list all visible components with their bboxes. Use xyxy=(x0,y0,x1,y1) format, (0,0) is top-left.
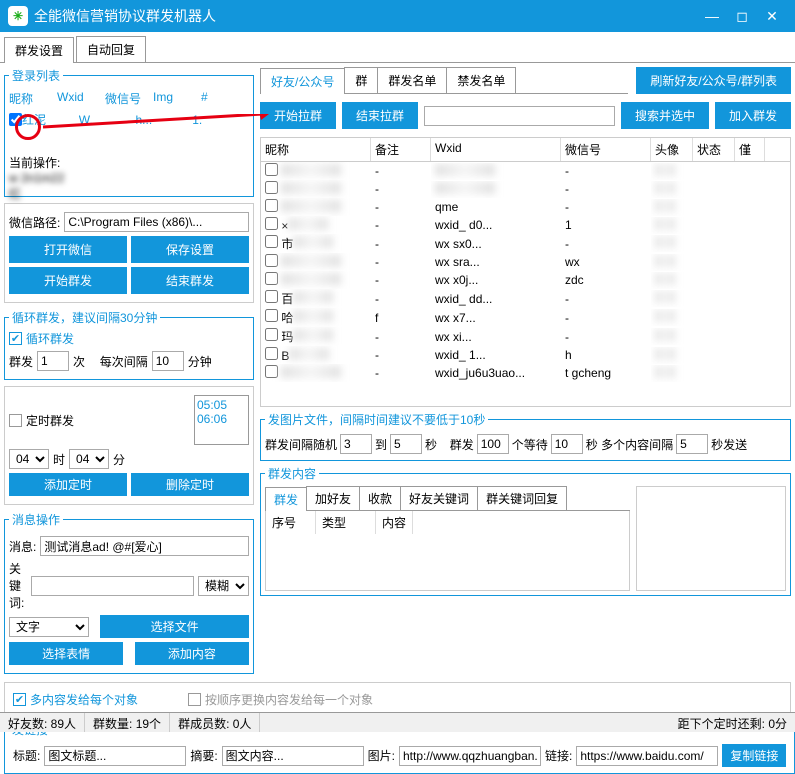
current-op-val2: 红 xyxy=(9,187,21,201)
content-table[interactable]: 序号类型内容 xyxy=(265,511,630,591)
maximize-button[interactable]: ◻ xyxy=(727,8,757,25)
message-input[interactable] xyxy=(40,536,249,556)
open-wechat-button[interactable]: 打开微信 xyxy=(9,236,127,263)
search-select-button[interactable]: 搜索并选中 xyxy=(621,102,709,129)
content-panel: 群发内容 群发 加好友 收款 好友关键词 群关键词回复 序号类型内容 xyxy=(260,465,791,596)
app-title: 全能微信营销协议群发机器人 xyxy=(34,6,697,26)
close-button[interactable]: ✕ xyxy=(757,8,787,25)
table-row: B-wxid_ 1...h xyxy=(261,346,790,364)
save-settings-button[interactable]: 保存设置 xyxy=(131,236,249,263)
ctab-addfriend[interactable]: 加好友 xyxy=(306,486,360,510)
wait-input[interactable] xyxy=(551,434,583,454)
tab-sendlist[interactable]: 群发名单 xyxy=(377,67,447,93)
join-send-button[interactable]: 加入群发 xyxy=(715,102,791,129)
loop-legend: 循环群发，建议间隔30分钟 xyxy=(9,309,160,326)
rand-max-input[interactable] xyxy=(390,434,422,454)
search-input[interactable] xyxy=(424,106,615,126)
table-row: 哈fwx x7...- xyxy=(261,308,790,327)
add-content-button[interactable]: 添加内容 xyxy=(135,642,249,665)
message-panel: 消息操作 消息: 关键词:模糊 文字 选择文件 选择表情 添加内容 xyxy=(4,511,254,674)
app-icon: ✳ xyxy=(8,6,28,26)
add-timer-button[interactable]: 添加定时 xyxy=(9,473,127,496)
multi-content-checkbox[interactable]: ✔多内容发给每个对象 xyxy=(13,691,138,708)
current-op-label: 当前操作: xyxy=(9,156,60,170)
login-row[interactable]: 红泥W...h...1. xyxy=(9,109,249,130)
table-row: 市-wx sx0...- xyxy=(261,234,790,253)
del-timer-button[interactable]: 删除定时 xyxy=(131,473,249,496)
image-settings-panel: 发图片文件，间隔时间建议不要低于10秒 群发间隔随机 到 秒 群发 个等待 秒 … xyxy=(260,411,791,461)
minimize-button[interactable]: — xyxy=(697,8,727,24)
loop-count-input[interactable] xyxy=(37,351,69,371)
loop-interval-input[interactable] xyxy=(152,351,184,371)
main-tabs: 群发设置 自动回复 xyxy=(0,32,795,63)
tab-mass-send[interactable]: 群发设置 xyxy=(4,37,74,63)
timer-panel: 定时群发 05:0506:06 04时 04分 添加定时删除定时 xyxy=(4,386,254,505)
ctab-groupkw[interactable]: 群关键词回复 xyxy=(477,486,567,510)
ctab-send[interactable]: 群发 xyxy=(265,487,307,511)
timer-min-select[interactable]: 04 xyxy=(69,449,109,469)
table-row: 百-wxid_ dd...- xyxy=(261,289,790,308)
tab-auto-reply[interactable]: 自动回复 xyxy=(76,36,146,62)
status-timer: 距下个定时还剩: 0分 xyxy=(260,713,795,732)
select-file-button[interactable]: 选择文件 xyxy=(100,615,249,638)
table-row: -- xyxy=(261,180,790,198)
table-row: -- xyxy=(261,162,790,180)
login-checkbox[interactable] xyxy=(9,113,22,126)
rand-min-input[interactable] xyxy=(340,434,372,454)
keyword-input[interactable] xyxy=(31,576,194,596)
login-legend: 登录列表 xyxy=(9,67,63,84)
timer-hour-select[interactable]: 04 xyxy=(9,449,49,469)
content-preview xyxy=(636,486,786,591)
table-row: -qme- xyxy=(261,198,790,216)
status-members: 群成员数: 0人 xyxy=(170,713,260,732)
table-row: 玛-wx xi...- xyxy=(261,327,790,346)
wxpath-label: 微信路径: xyxy=(9,214,60,231)
wechat-path-panel: 微信路径: 打开微信保存设置 开始群发结束群发 xyxy=(4,203,254,303)
wxpath-input[interactable] xyxy=(64,212,249,232)
tab-friends[interactable]: 好友/公众号 xyxy=(260,68,345,94)
login-list-panel: 登录列表 昵称Wxid微信号Img# 红泥W...h...1. 当前操作: w … xyxy=(4,67,254,197)
copy-link-button[interactable]: 复制链接 xyxy=(722,744,786,767)
loop-panel: 循环群发，建议间隔30分钟 ✔循环群发 群发 次 每次间隔 分钟 xyxy=(4,309,254,380)
ctab-collect[interactable]: 收款 xyxy=(359,486,401,510)
statusbar: 好友数: 89人 群数量: 19个 群成员数: 0人 距下个定时还剩: 0分 xyxy=(0,712,795,732)
multi-interval-input[interactable] xyxy=(676,434,708,454)
tab-groups[interactable]: 群 xyxy=(344,67,378,93)
refresh-button[interactable]: 刷新好友/公众号/群列表 xyxy=(636,67,791,94)
current-op-val: w 2n1m22 xyxy=(9,171,64,185)
msg-type-select[interactable]: 文字 xyxy=(9,617,89,637)
timer-checkbox[interactable]: 定时群发 xyxy=(9,412,74,429)
order-content-checkbox[interactable]: 按顺序更换内容发给每一个对象 xyxy=(188,691,373,708)
table-row: -wx x0j...zdc xyxy=(261,271,790,289)
status-groups: 群数量: 19个 xyxy=(85,713,170,732)
loop-checkbox[interactable]: ✔循环群发 xyxy=(9,330,74,347)
link-pic-input[interactable] xyxy=(399,746,541,766)
link-title-input[interactable] xyxy=(44,746,186,766)
stop-pull-button[interactable]: 结束拉群 xyxy=(342,102,418,129)
start-send-button[interactable]: 开始群发 xyxy=(9,267,127,294)
contact-tabs: 好友/公众号 群 群发名单 禁发名单 xyxy=(260,67,628,94)
ctab-friendkw[interactable]: 好友关键词 xyxy=(400,486,478,510)
titlebar: ✳ 全能微信营销协议群发机器人 — ◻ ✕ xyxy=(0,0,795,32)
stop-send-button[interactable]: 结束群发 xyxy=(131,267,249,294)
status-friends: 好友数: 89人 xyxy=(0,713,85,732)
table-row: -wxid_ju6u3uao...t gcheng xyxy=(261,364,790,382)
tab-blacklist[interactable]: 禁发名单 xyxy=(446,67,516,93)
table-row: -wx sra...wx xyxy=(261,253,790,271)
keyword-mode-select[interactable]: 模糊 xyxy=(198,576,249,596)
table-row: ×-wxid_ d0...1 xyxy=(261,216,790,234)
contacts-table[interactable]: 昵称备注Wxid微信号头像状态僅 -- -- -qme- ×-wxid_ d0.… xyxy=(260,137,791,407)
link-summary-input[interactable] xyxy=(222,746,364,766)
select-emoji-button[interactable]: 选择表情 xyxy=(9,642,123,665)
batch-count-input[interactable] xyxy=(477,434,509,454)
start-pull-button[interactable]: 开始拉群 xyxy=(260,102,336,129)
link-url-input[interactable] xyxy=(576,746,718,766)
login-header: 昵称Wxid微信号Img# xyxy=(9,88,249,109)
timer-list[interactable]: 05:0506:06 xyxy=(194,395,249,445)
